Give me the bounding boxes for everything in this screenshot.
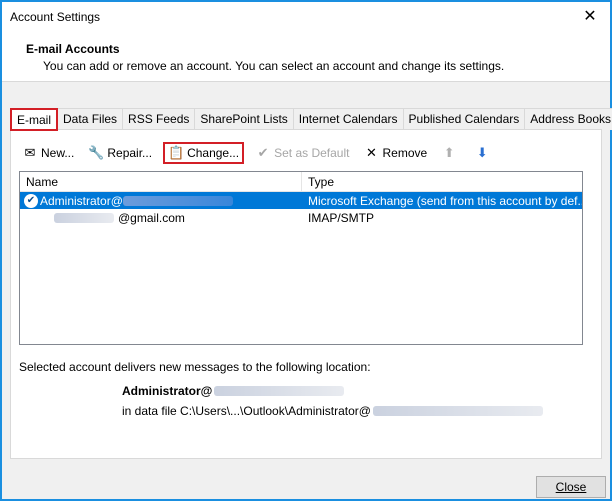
account-type: IMAP/SMTP bbox=[308, 210, 375, 225]
move-down-button[interactable]: ⬇ bbox=[471, 142, 496, 164]
close-label: Close bbox=[555, 480, 587, 494]
tab-sharepoint-lists[interactable]: SharePoint Lists bbox=[194, 108, 294, 130]
delivery-location-file: in data file C:\Users\...\Outlook\Admini… bbox=[122, 404, 543, 418]
column-header-type[interactable]: Type bbox=[302, 172, 582, 192]
remove-x-icon: ✕ bbox=[366, 145, 377, 160]
account-type: Microsoft Exchange (send from this accou… bbox=[308, 193, 582, 208]
new-label: New... bbox=[41, 146, 75, 160]
new-account-icon: ✉ bbox=[24, 145, 36, 160]
repair-label: Repair... bbox=[107, 146, 153, 160]
redacted-text bbox=[214, 386, 345, 396]
repair-button[interactable]: 🔧 Repair... bbox=[85, 142, 155, 164]
accounts-list[interactable]: Name Type ✔ Administrator@ Microsoft Exc… bbox=[19, 171, 583, 345]
change-button[interactable]: 📋 Change... bbox=[163, 142, 245, 164]
location-file-text: in data file C:\Users\...\Outlook\Admini… bbox=[122, 404, 371, 418]
title-bar: Account Settings ✕ bbox=[2, 2, 610, 32]
tab-strip: E-mail Data Files RSS Feeds SharePoint L… bbox=[10, 108, 612, 131]
header-description: You can add or remove an account. You ca… bbox=[43, 59, 505, 73]
arrow-up-icon: ⬆ bbox=[443, 145, 455, 160]
delivery-location-name: Administrator@ bbox=[122, 384, 345, 398]
window-close-icon[interactable]: ✕ bbox=[578, 5, 602, 29]
header: E-mail Accounts You can add or remove an… bbox=[2, 32, 610, 82]
check-circle-icon: ✔ bbox=[257, 145, 269, 160]
account-name-cell: @gmail.com bbox=[20, 211, 302, 225]
default-account-check-icon: ✔ bbox=[24, 193, 38, 208]
set-as-default-button[interactable]: ✔ Set as Default bbox=[252, 142, 352, 164]
tab-address-books[interactable]: Address Books bbox=[524, 108, 612, 130]
move-up-button[interactable]: ⬆ bbox=[438, 142, 463, 164]
remove-label: Remove bbox=[382, 146, 428, 160]
redacted-text bbox=[122, 195, 233, 206]
account-name-cell: ✔ Administrator@ bbox=[20, 193, 302, 208]
tab-internet-calendars[interactable]: Internet Calendars bbox=[292, 108, 404, 130]
email-tab-panel: ✉ New... 🔧 Repair... 📋 Change... ✔ Set a… bbox=[10, 129, 602, 459]
tab-published-calendars[interactable]: Published Calendars bbox=[402, 108, 526, 130]
window-title: Account Settings bbox=[10, 10, 101, 24]
account-settings-window: Account Settings ✕ E-mail Accounts You c… bbox=[0, 0, 612, 501]
location-name-text: Administrator@ bbox=[122, 384, 213, 398]
new-button[interactable]: ✉ New... bbox=[19, 142, 77, 164]
change-settings-icon: 📋 bbox=[168, 145, 185, 160]
account-name: Administrator@ bbox=[40, 193, 123, 208]
delivery-info: Selected account delivers new messages t… bbox=[19, 360, 371, 374]
arrow-down-icon: ⬇ bbox=[476, 145, 488, 160]
remove-button[interactable]: ✕ Remove bbox=[360, 142, 430, 164]
tab-rss-feeds[interactable]: RSS Feeds bbox=[122, 108, 196, 130]
list-header: Name Type bbox=[20, 172, 582, 192]
change-label: Change... bbox=[187, 146, 240, 160]
header-title: E-mail Accounts bbox=[26, 42, 120, 56]
account-row[interactable]: ✔ Administrator@ Microsoft Exchange (sen… bbox=[20, 192, 582, 209]
toolbar: ✉ New... 🔧 Repair... 📋 Change... ✔ Set a… bbox=[19, 142, 504, 164]
column-header-name[interactable]: Name bbox=[20, 172, 302, 192]
set-as-default-label: Set as Default bbox=[274, 146, 350, 160]
wrench-icon: 🔧 bbox=[88, 145, 105, 160]
redacted-text bbox=[372, 406, 543, 416]
redacted-text bbox=[54, 212, 114, 223]
tab-data-files[interactable]: Data Files bbox=[57, 108, 124, 130]
tab-email[interactable]: E-mail bbox=[10, 108, 59, 131]
close-button[interactable]: Close bbox=[536, 476, 606, 498]
account-name: @gmail.com bbox=[118, 210, 185, 225]
account-row[interactable]: @gmail.com IMAP/SMTP bbox=[20, 209, 582, 226]
